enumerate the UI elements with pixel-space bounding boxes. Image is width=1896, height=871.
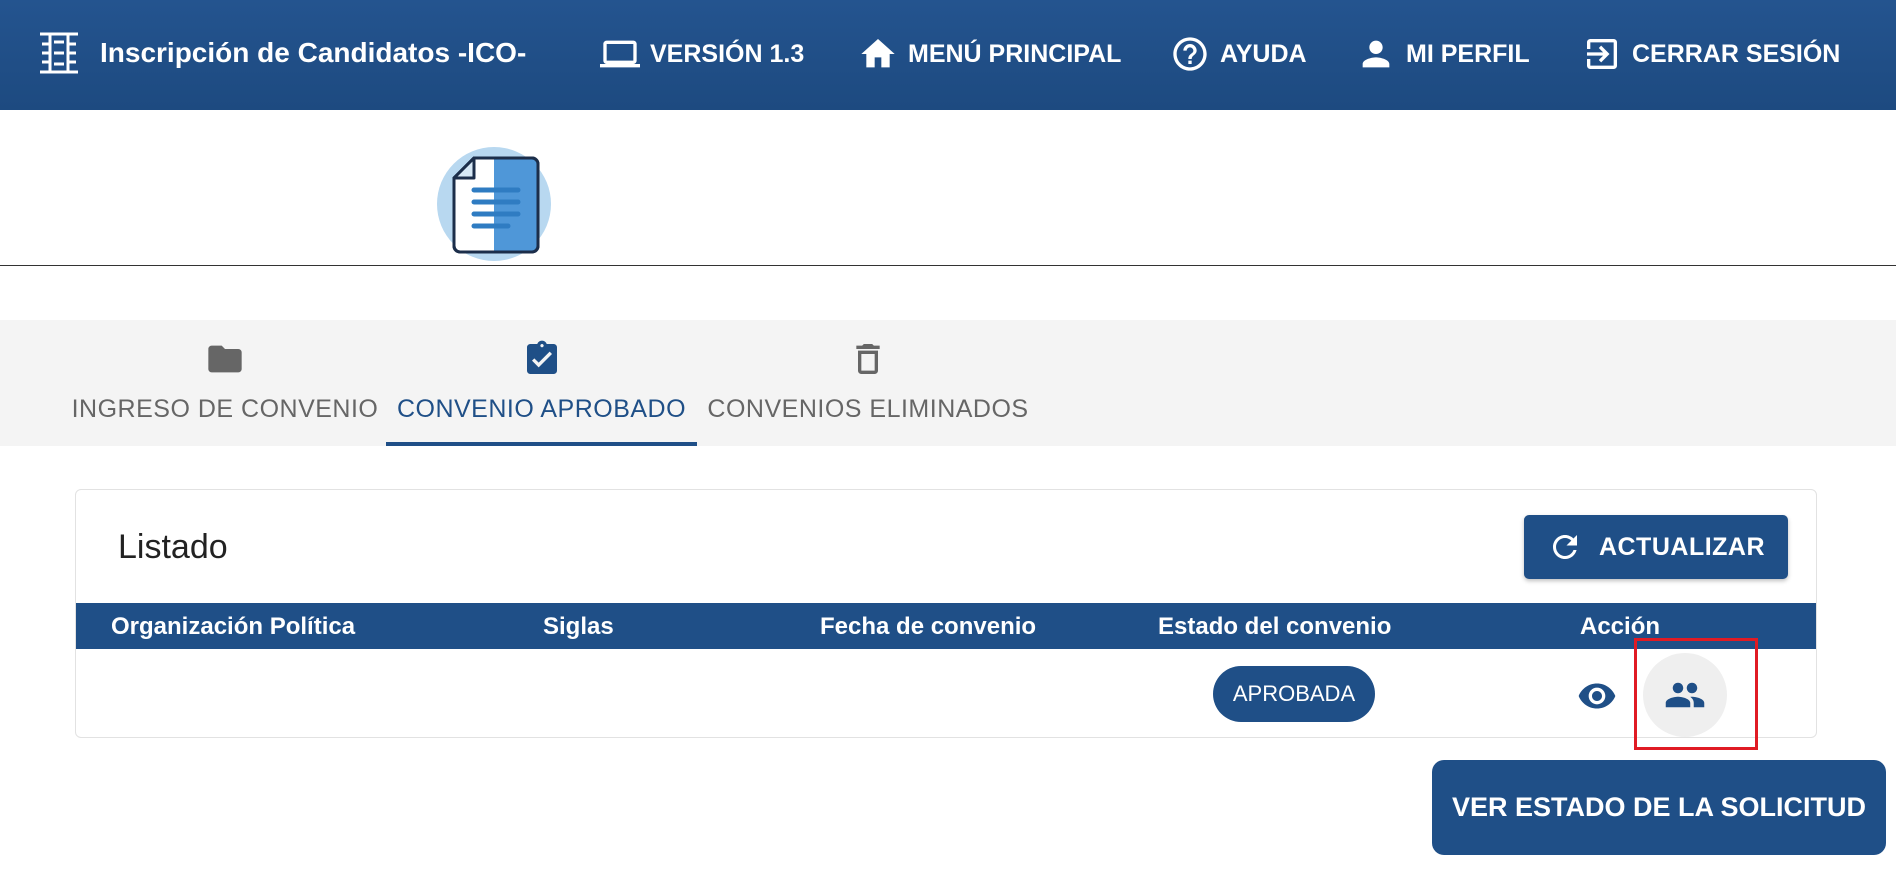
brand[interactable]: Inscripción de Candidatos -ICO- bbox=[36, 28, 526, 78]
col-fecha-de-convenio: Fecha de convenio bbox=[820, 613, 1037, 640]
clipboard-check-icon bbox=[526, 340, 557, 374]
highlight-box bbox=[1634, 638, 1758, 750]
nav-logout[interactable]: CERRAR SESIÓN bbox=[1582, 34, 1840, 74]
nav-logout-label: CERRAR SESIÓN bbox=[1632, 39, 1841, 68]
ico-logo-icon bbox=[40, 32, 78, 74]
trash-icon bbox=[856, 344, 880, 374]
nav-help[interactable]: AYUDA bbox=[1170, 34, 1307, 74]
tab-convenios-eliminados[interactable]: CONVENIOS ELIMINADOS bbox=[707, 320, 1029, 446]
folder-icon bbox=[208, 345, 242, 373]
table-header: Organización Política Siglas Fecha de co… bbox=[76, 603, 1816, 649]
top-app-bar: Inscripción de Candidatos -ICO- VERSIÓN … bbox=[0, 0, 1896, 110]
tab-label: INGRESO DE CONVENIO bbox=[71, 395, 379, 423]
tab-ingreso-de-convenio[interactable]: INGRESO DE CONVENIO bbox=[70, 320, 380, 446]
refresh-button[interactable]: ACTUALIZAR bbox=[1524, 515, 1788, 579]
tabs-bar: INGRESO DE CONVENIO CONVENIO APROBADO CO… bbox=[0, 320, 1896, 446]
help-circle-icon bbox=[1173, 37, 1207, 71]
page-header bbox=[0, 110, 1896, 266]
nav-main-menu-label: MENÚ PRINCIPAL bbox=[908, 39, 1122, 68]
col-estado-del-convenio: Estado del convenio bbox=[1158, 613, 1392, 640]
refresh-button-label: ACTUALIZAR bbox=[1598, 532, 1766, 561]
col-accion: Acción bbox=[1580, 613, 1661, 640]
nav-help-label: AYUDA bbox=[1220, 39, 1307, 68]
tab-convenio-aprobado[interactable]: CONVENIO APROBADO bbox=[386, 320, 697, 446]
col-siglas: Siglas bbox=[543, 613, 614, 640]
col-organizacion-politica: Organización Política bbox=[111, 613, 356, 640]
nav-profile-label: MI PERFIL bbox=[1406, 39, 1530, 68]
nav-profile[interactable]: MI PERFIL bbox=[1356, 34, 1530, 74]
eye-icon[interactable] bbox=[1577, 676, 1617, 716]
home-icon bbox=[861, 39, 895, 68]
nav-version[interactable]: VERSIÓN 1.3 bbox=[600, 34, 804, 74]
document-icon bbox=[437, 147, 551, 261]
app-title: Inscripción de Candidatos -ICO- bbox=[100, 37, 527, 68]
person-icon bbox=[1362, 40, 1390, 68]
nav-main-menu[interactable]: MENÚ PRINCIPAL bbox=[858, 34, 1121, 74]
tooltip: VER ESTADO DE LA SOLICITUD bbox=[1432, 760, 1886, 855]
table-row: APROBADA bbox=[76, 649, 1816, 737]
status-badge: APROBADA bbox=[1213, 666, 1375, 722]
nav-version-label: VERSIÓN 1.3 bbox=[650, 39, 805, 68]
card-title: Listado bbox=[118, 528, 228, 566]
laptop-icon bbox=[600, 40, 640, 68]
tab-label: CONVENIO APROBADO bbox=[396, 395, 687, 423]
tab-label: CONVENIOS ELIMINADOS bbox=[707, 395, 1029, 423]
listado-card: Listado ACTUALIZAR Organización Política… bbox=[75, 489, 1817, 738]
refresh-icon bbox=[1552, 535, 1577, 559]
logout-icon bbox=[1587, 39, 1617, 69]
